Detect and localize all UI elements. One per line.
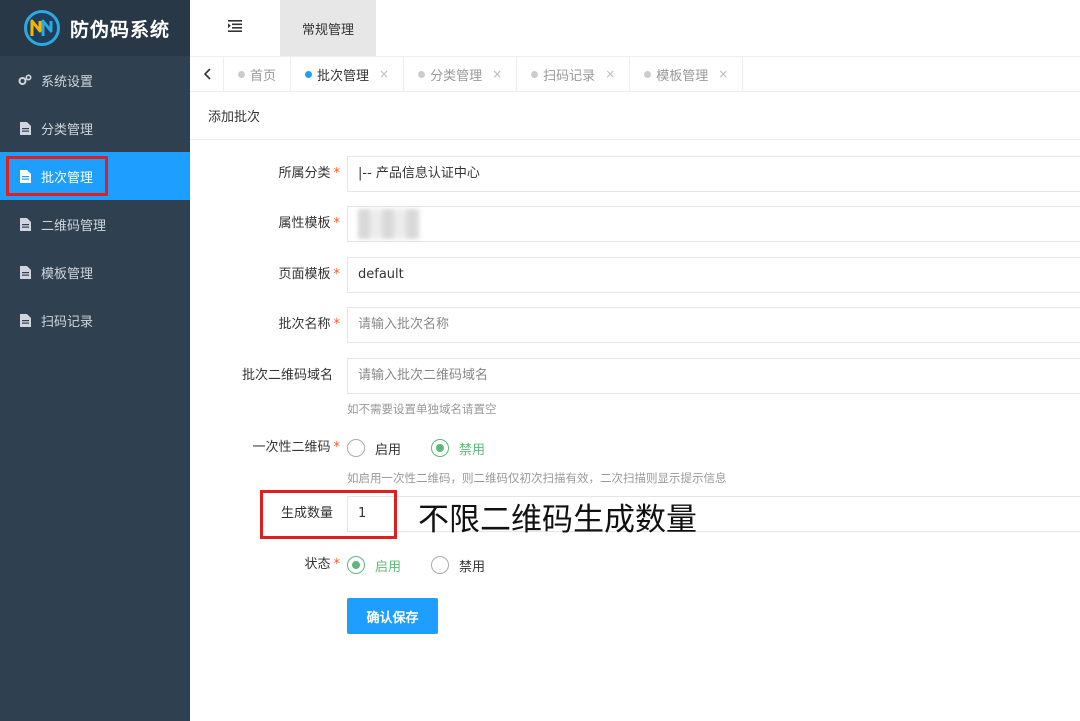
radio-circle [347, 439, 365, 457]
tab-dot [238, 71, 245, 78]
chevron-left-icon [203, 68, 211, 80]
radio-label: 禁用 [459, 559, 486, 575]
field-label: 状态 * [304, 557, 340, 572]
form-row-category: 所属分类 * |-- 产品信息认证中心 [190, 156, 1080, 192]
sidebar-item-label: 批次管理 [41, 170, 94, 186]
batch-name-input[interactable]: 请输入批次名称 [347, 307, 1080, 343]
brand[interactable]: 防伪码系统 [0, 0, 190, 56]
panel-title: 添加批次 [190, 92, 1080, 140]
file-icon [18, 313, 32, 327]
main-content: 添加批次 所属分类 * |-- 产品信息认证中心 属性模板 * 页面模板 * defa… [190, 92, 1080, 721]
one-time-hint: 如启用一次性二维码，则二维码仅初次扫描有效，二次扫描则显示提示信息 [347, 471, 727, 485]
tab-label: 扫码记录 [543, 68, 596, 84]
sidebar-item-scan-log[interactable]: 扫码记录 [0, 296, 190, 344]
sidebar-item-category[interactable]: 分类管理 [0, 104, 190, 152]
save-button[interactable]: 确认保存 [347, 598, 438, 634]
radio-circle [431, 556, 450, 574]
tab-dot [644, 71, 652, 78]
radio-circle [431, 439, 450, 457]
radio-label: 启用 [375, 442, 402, 458]
tab-label: 分类管理 [430, 68, 483, 84]
tab-label: 模板管理 [656, 68, 709, 84]
field-label: 批次名称 * [278, 317, 340, 332]
radio-label: 禁用 [459, 442, 486, 458]
field-label: 页面模板 * [278, 267, 340, 282]
sidebar-item-qrcode[interactable]: 二维码管理 [0, 200, 190, 248]
file-icon [18, 265, 32, 279]
one-time-radio-disable[interactable]: 禁用 [431, 439, 485, 458]
one-time-radio-group: 启用 禁用 [347, 430, 515, 466]
domain-input[interactable]: 请输入批次二维码域名 [347, 358, 1080, 394]
field-label: 所属分类 * [278, 166, 340, 181]
field-label: 属性模板 * [278, 216, 340, 231]
sidebar-item-label: 分类管理 [41, 122, 94, 138]
page-template-select[interactable]: default [347, 257, 1080, 293]
domain-hint: 如不需要设置单独域名请置空 [347, 402, 497, 416]
menu-toggle-icon [228, 20, 242, 36]
tab-template[interactable]: 模板管理 × [630, 56, 744, 92]
menu-toggle-button[interactable] [190, 0, 280, 56]
tab-dot [305, 71, 313, 78]
sidebar-menu: 系统设置 分类管理 批次管理 二维码管理 模板管理 扫码记录 [0, 56, 190, 344]
status-radio-disable[interactable]: 禁用 [431, 556, 485, 575]
close-icon[interactable]: × [605, 67, 615, 81]
radio-label: 启用 [375, 559, 402, 575]
tab-label: 首页 [250, 68, 277, 84]
logo-icon [24, 10, 60, 46]
radio-circle [347, 556, 365, 574]
sidebar-item-label: 系统设置 [41, 74, 94, 90]
tab-batch[interactable]: 批次管理 × [291, 56, 405, 92]
status-radio-group: 启用 禁用 [347, 547, 515, 583]
tab-scan-log[interactable]: 扫码记录 × [517, 56, 631, 92]
form-row-attr-template: 属性模板 * [190, 206, 1080, 242]
sidebar: 防伪码系统 系统设置 分类管理 批次管理 二维码管理 模板管理 扫码记录 [0, 0, 190, 721]
form-row-status: 状态 * 启用 禁用 [190, 547, 1080, 583]
close-icon[interactable]: × [492, 67, 502, 81]
annotation-text: 不限二维码生成数量 [418, 502, 697, 538]
close-icon[interactable]: × [718, 67, 728, 81]
tab-category[interactable]: 分类管理 × [404, 56, 518, 92]
sidebar-item-label: 模板管理 [41, 266, 94, 282]
sidebar-item-label: 二维码管理 [41, 218, 107, 234]
sidebar-item-system-settings[interactable]: 系统设置 [0, 56, 190, 104]
sidebar-item-template[interactable]: 模板管理 [0, 248, 190, 296]
field-label: 一次性二维码 * [252, 440, 340, 455]
blurred-value [358, 209, 420, 239]
status-radio-enable[interactable]: 启用 [347, 556, 401, 575]
tab-label: 批次管理 [317, 68, 370, 84]
form-row-page-template: 页面模板 * default [190, 257, 1080, 293]
field-label: 批次二维码域名 [241, 368, 333, 383]
file-icon [18, 121, 32, 135]
highlight-box: 批次管理 [6, 156, 108, 196]
gears-icon [18, 73, 32, 87]
file-icon [18, 217, 32, 231]
tab-dot [418, 71, 426, 78]
highlight-box [260, 490, 397, 539]
top-nav-general[interactable]: 常规管理 [280, 0, 376, 56]
sidebar-item-label: 扫码记录 [41, 314, 94, 330]
tab-home[interactable]: 首页 [224, 56, 292, 92]
one-time-radio-enable[interactable]: 启用 [347, 439, 401, 458]
form-row-batch-name: 批次名称 * 请输入批次名称 [190, 307, 1080, 343]
attr-template-select[interactable] [347, 206, 1080, 242]
tab-dot [531, 71, 539, 78]
form-row-one-time: 一次性二维码 * 启用 禁用 [190, 430, 1080, 466]
sidebar-item-batch[interactable]: 批次管理 [0, 152, 190, 200]
close-icon[interactable]: × [379, 67, 389, 81]
top-bar: 常规管理 [190, 0, 1080, 56]
form-row-domain: 批次二维码域名 请输入批次二维码域名 [190, 358, 1080, 394]
file-icon [18, 169, 32, 183]
tab-scroll-left-button[interactable] [190, 56, 224, 92]
category-select[interactable]: |-- 产品信息认证中心 [347, 156, 1080, 192]
tab-bar: 首页 批次管理 × 分类管理 × 扫码记录 × 模板管理 × [190, 56, 1080, 92]
app-title: 防伪码系统 [70, 18, 171, 41]
